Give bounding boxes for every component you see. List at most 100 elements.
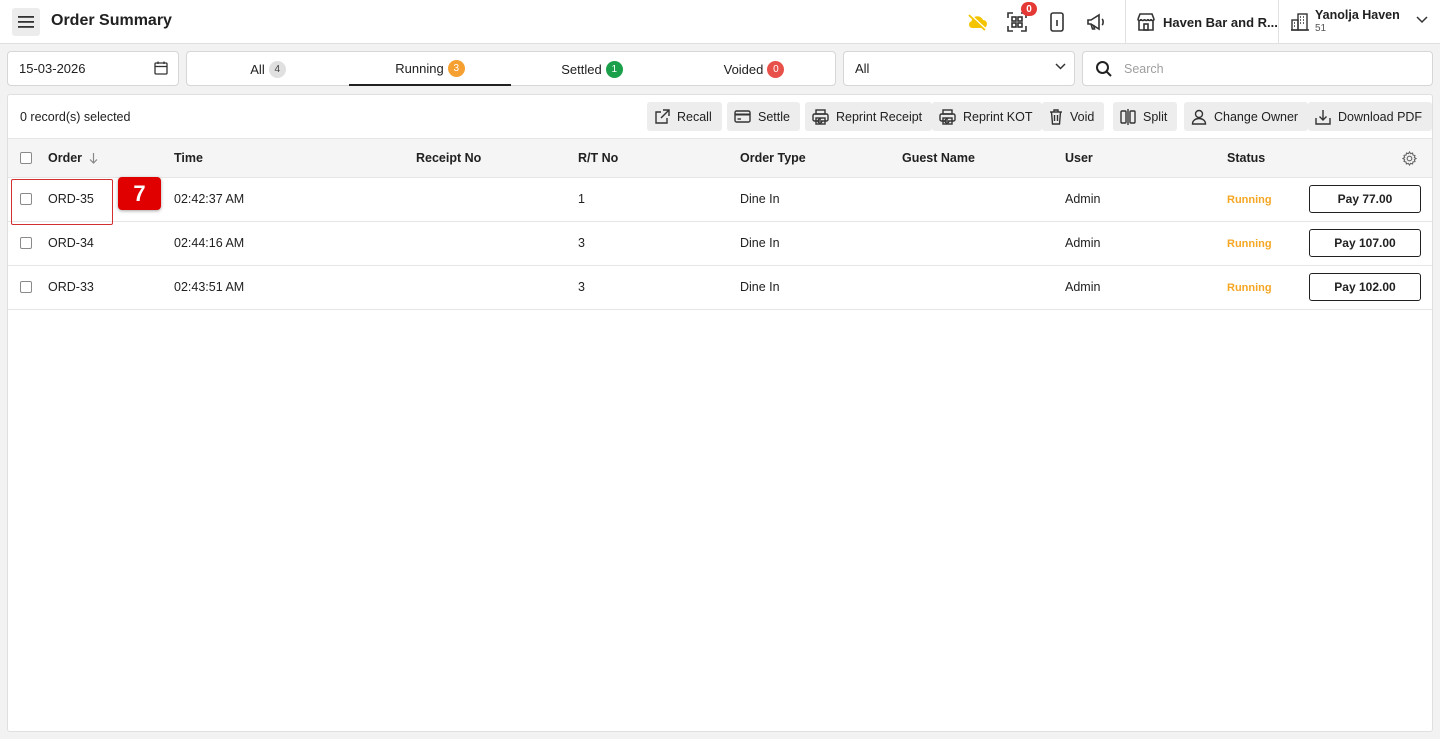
status-badge: Running bbox=[1227, 194, 1272, 206]
tab-label: Settled bbox=[561, 61, 602, 77]
page-title: Order Summary bbox=[51, 12, 172, 29]
tab-label: All bbox=[250, 61, 265, 77]
header-divider bbox=[1278, 0, 1279, 44]
split-icon bbox=[1120, 108, 1136, 125]
column-header-status: Status bbox=[1227, 151, 1266, 165]
recall-button[interactable]: Recall bbox=[647, 102, 722, 131]
status-badge: Running bbox=[1227, 282, 1272, 294]
search-box[interactable] bbox=[1082, 51, 1433, 86]
credit-card-icon bbox=[734, 110, 751, 123]
column-header-rt-no: R/T No bbox=[578, 151, 619, 165]
arrow-down-icon bbox=[89, 152, 98, 164]
change-owner-button[interactable]: Change Owner bbox=[1184, 102, 1309, 131]
status-badge: Running bbox=[1227, 238, 1272, 250]
tab-voided[interactable]: Voided 0 bbox=[673, 52, 835, 86]
megaphone-icon[interactable] bbox=[1084, 10, 1108, 34]
mobile-device-icon[interactable] bbox=[1045, 10, 1069, 34]
rt-no: 3 bbox=[578, 236, 585, 250]
reprint-receipt-button[interactable]: Reprint Receipt bbox=[805, 102, 933, 131]
table-row[interactable]: ORD-35 02:42:37 AM 1 Dine In Admin Runni… bbox=[8, 178, 1432, 222]
order-type-select[interactable]: All bbox=[843, 51, 1075, 86]
chevron-down-icon bbox=[1055, 63, 1066, 70]
tab-label: Voided bbox=[723, 61, 764, 77]
button-label: Download PDF bbox=[1338, 109, 1423, 124]
tab-count-badge: 4 bbox=[268, 60, 286, 78]
user: Admin bbox=[1065, 192, 1101, 206]
button-label: Void bbox=[1070, 109, 1095, 124]
select-value: All bbox=[855, 61, 870, 76]
printer-icon bbox=[939, 108, 956, 125]
order-id: ORD-34 bbox=[48, 236, 94, 250]
header-divider bbox=[1125, 0, 1126, 44]
status-tabs: All 4 Running 3 Settled 1 Voided 0 bbox=[186, 51, 836, 86]
column-header-user: User bbox=[1065, 151, 1093, 165]
table-row[interactable]: ORD-33 02:43:51 AM 3 Dine In Admin Runni… bbox=[8, 266, 1432, 310]
settle-button[interactable]: Settle bbox=[727, 102, 800, 131]
chevron-down-icon[interactable] bbox=[1416, 16, 1428, 24]
tab-all[interactable]: All 4 bbox=[187, 52, 349, 86]
search-input[interactable] bbox=[1124, 58, 1414, 80]
top-header: Order Summary 0 Haven Bar and R... Yanol… bbox=[0, 0, 1440, 44]
date-picker[interactable]: 15-03-2026 bbox=[7, 51, 179, 86]
tab-label: Running bbox=[395, 60, 444, 76]
split-button[interactable]: Split bbox=[1113, 102, 1178, 131]
tab-running[interactable]: Running 3 bbox=[349, 52, 511, 86]
user-icon bbox=[1191, 109, 1207, 125]
venue-name: Haven Bar and R... bbox=[1163, 14, 1278, 30]
venue-selector[interactable]: Haven Bar and R... bbox=[1136, 10, 1278, 34]
menu-button[interactable] bbox=[12, 8, 40, 36]
button-label: Settle bbox=[758, 109, 790, 124]
trash-icon bbox=[1050, 108, 1062, 125]
column-header-order[interactable]: Order bbox=[48, 151, 98, 165]
offline-cloud-icon[interactable] bbox=[965, 10, 989, 34]
rt-no: 3 bbox=[578, 280, 585, 294]
order-time: 02:43:51 AM bbox=[174, 280, 245, 294]
printer-icon bbox=[812, 108, 829, 125]
tab-settled[interactable]: Settled 1 bbox=[511, 52, 673, 86]
org-name: Yanolja Haven bbox=[1315, 8, 1400, 22]
org-id: 51 bbox=[1315, 23, 1327, 34]
orders-panel: 0 record(s) selected Recall Settle Repri… bbox=[7, 94, 1433, 732]
void-button[interactable]: Void bbox=[1042, 102, 1105, 131]
order-time: 02:44:16 AM bbox=[174, 236, 245, 250]
pay-button[interactable]: Pay 102.00 bbox=[1309, 273, 1421, 301]
order-type: Dine In bbox=[740, 280, 780, 294]
tab-count-badge: 3 bbox=[447, 59, 465, 77]
button-label: Reprint Receipt bbox=[836, 109, 923, 124]
column-header-guest-name: Guest Name bbox=[902, 151, 975, 165]
table-header: Order Time Receipt No R/T No Order Type … bbox=[8, 138, 1432, 178]
pay-button[interactable]: Pay 107.00 bbox=[1309, 229, 1421, 257]
calendar-icon[interactable] bbox=[154, 61, 168, 75]
table-row[interactable]: ORD-34 02:44:16 AM 3 Dine In Admin Runni… bbox=[8, 222, 1432, 266]
order-time: 02:42:37 AM bbox=[174, 192, 245, 206]
tab-count-badge: 0 bbox=[767, 60, 785, 78]
external-link-icon bbox=[655, 108, 670, 124]
gear-icon[interactable] bbox=[1402, 151, 1417, 166]
rt-no: 1 bbox=[578, 192, 585, 206]
step-badge: 7 bbox=[118, 177, 161, 210]
date-value: 15-03-2026 bbox=[19, 61, 86, 76]
download-pdf-button[interactable]: Download PDF bbox=[1308, 102, 1433, 131]
search-icon bbox=[1096, 61, 1112, 77]
column-header-receipt-no: Receipt No bbox=[416, 151, 482, 165]
column-header-order-type: Order Type bbox=[740, 151, 806, 165]
button-label: Change Owner bbox=[1214, 109, 1299, 124]
button-label: Recall bbox=[677, 109, 712, 124]
order-type: Dine In bbox=[740, 236, 780, 250]
order-type: Dine In bbox=[740, 192, 780, 206]
tab-count-badge: 1 bbox=[605, 60, 623, 78]
row-checkbox[interactable] bbox=[20, 281, 32, 293]
pay-button[interactable]: Pay 77.00 bbox=[1309, 185, 1421, 213]
button-label: Split bbox=[1143, 109, 1168, 124]
column-label: Order bbox=[48, 151, 83, 165]
column-header-time: Time bbox=[174, 151, 203, 165]
hamburger-icon bbox=[18, 16, 34, 28]
highlight-box bbox=[11, 179, 113, 225]
notification-badge: 0 bbox=[1021, 2, 1037, 16]
user: Admin bbox=[1065, 236, 1101, 250]
row-checkbox[interactable] bbox=[20, 237, 32, 249]
select-all-checkbox[interactable] bbox=[20, 152, 32, 164]
building-icon bbox=[1291, 13, 1309, 31]
order-id: ORD-33 bbox=[48, 280, 94, 294]
reprint-kot-button[interactable]: Reprint KOT bbox=[932, 102, 1043, 131]
